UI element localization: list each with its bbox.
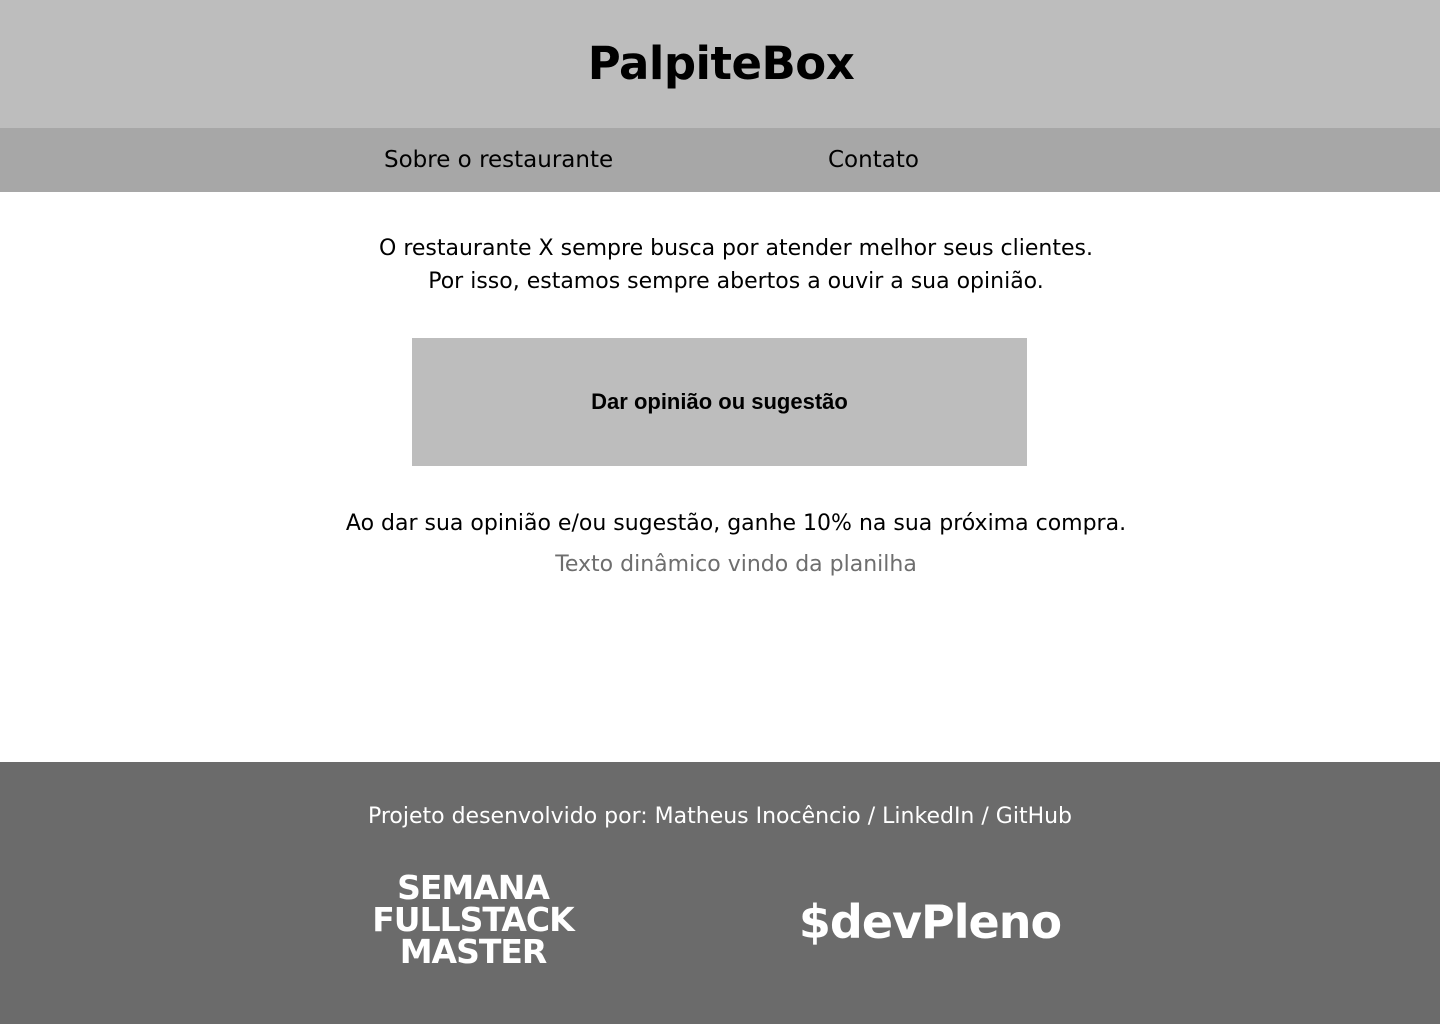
dynamic-sheet-text: Texto dinâmico vindo da planilha xyxy=(555,552,917,577)
credits-prefix: Projeto desenvolvido por: xyxy=(367,804,655,829)
promo-text: Ao dar sua opinião e/ou sugestão, ganhe … xyxy=(345,511,1127,536)
nav-link-contact[interactable]: Contato xyxy=(828,144,919,176)
github-link[interactable]: GitHub xyxy=(996,804,1072,829)
intro-line-1: O restaurante X sempre busca por atender… xyxy=(379,236,1093,261)
intro-text: O restaurante X sempre busca por atender… xyxy=(0,232,1440,298)
devpleno-logo: $devPleno xyxy=(798,895,1062,949)
intro-line-2: Por isso, estamos sempre abertos a ouvir… xyxy=(428,269,1044,294)
linkedin-link[interactable]: LinkedIn xyxy=(882,804,974,829)
credits-separator: / xyxy=(974,804,996,829)
footer-credits: Projeto desenvolvido por: Matheus Inocên… xyxy=(0,800,1440,833)
author-link[interactable]: Matheus Inocêncio xyxy=(655,804,861,829)
brand-title: PalpiteBox xyxy=(587,37,855,90)
site-footer: Projeto desenvolvido por: Matheus Inocên… xyxy=(0,762,1440,1024)
give-feedback-button[interactable]: Dar opinião ou sugestão xyxy=(412,338,1027,466)
credits-separator: / xyxy=(860,804,883,829)
semana-fullstack-master-logo: SEMANA FULLSTACK MASTER xyxy=(342,871,604,971)
main-nav: Sobre o restaurante Contato xyxy=(0,128,1440,192)
site-header: PalpiteBox xyxy=(0,0,1440,128)
page: PalpiteBox Sobre o restaurante Contato O… xyxy=(0,0,1440,1024)
nav-link-about-restaurant[interactable]: Sobre o restaurante xyxy=(384,144,613,176)
logo-line: MASTER xyxy=(399,932,548,971)
